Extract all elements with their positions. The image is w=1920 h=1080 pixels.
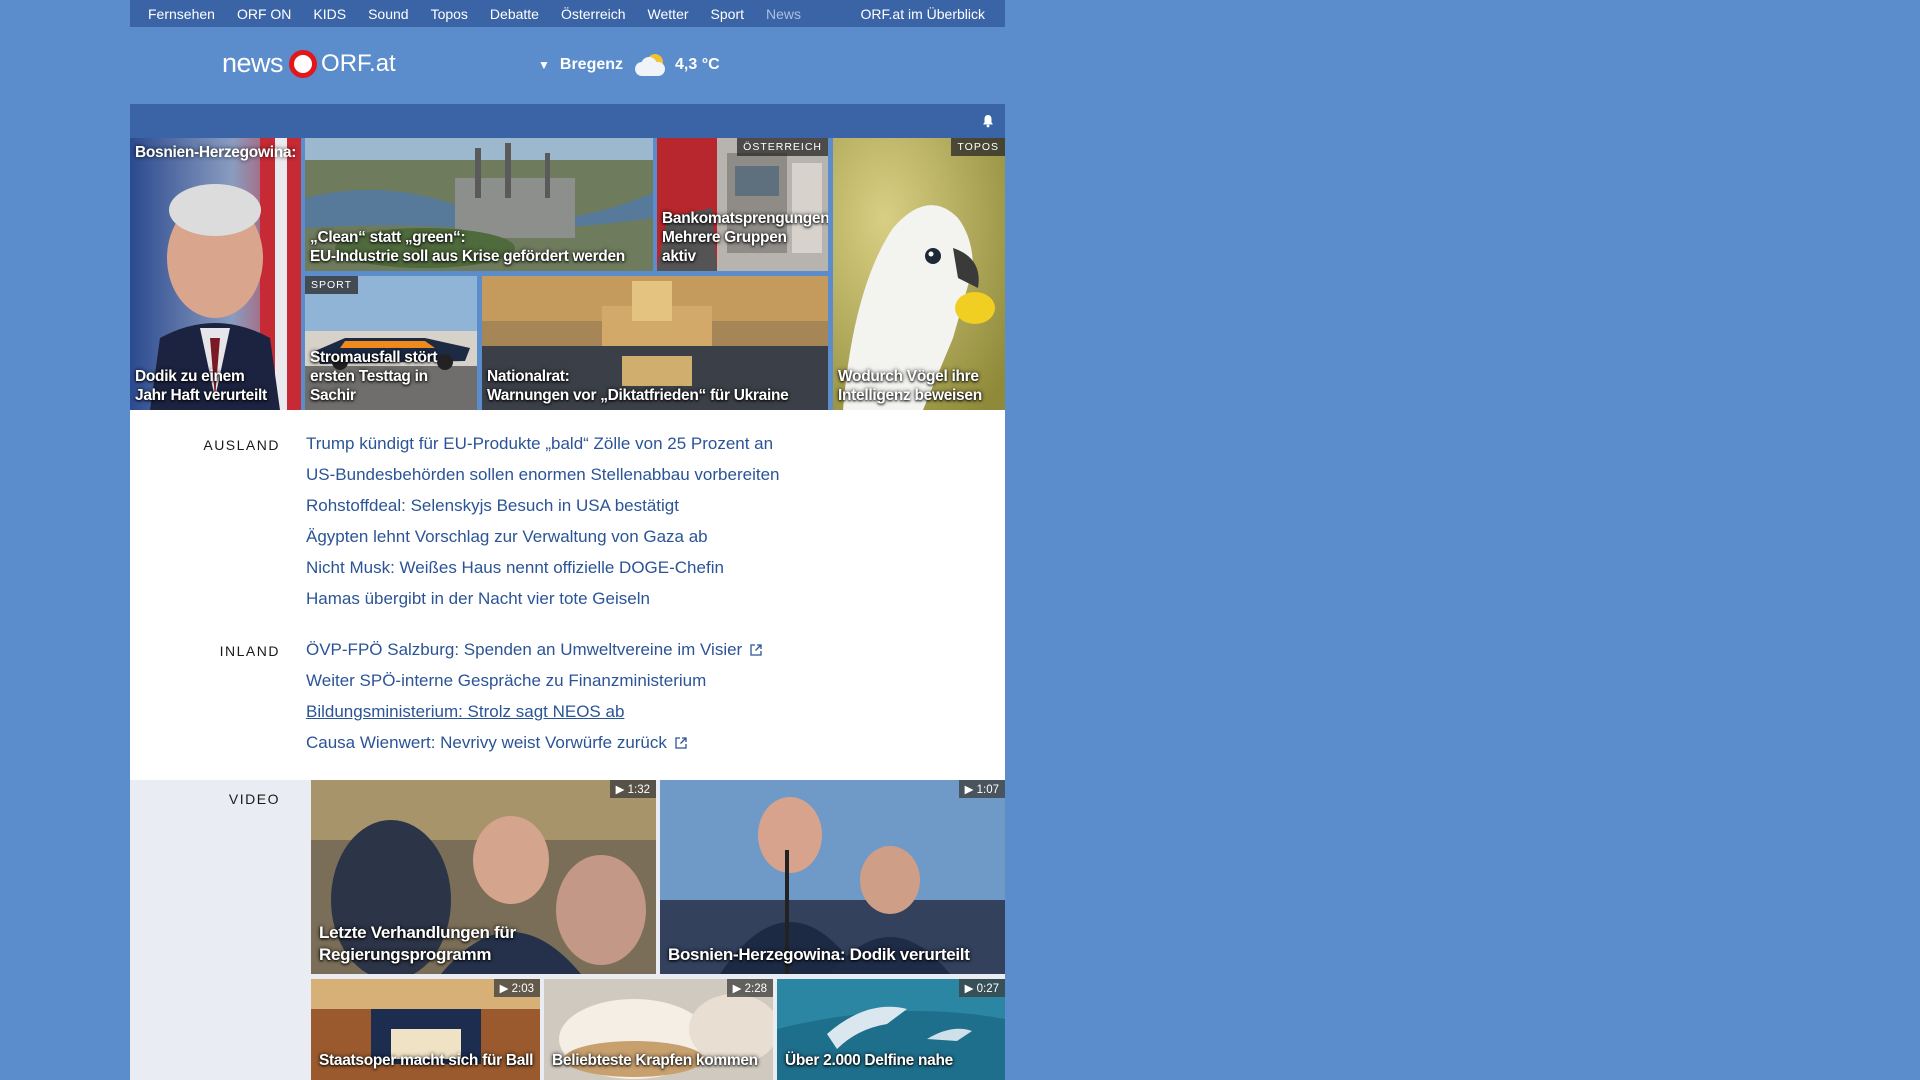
partly-cloudy-icon [633,53,667,77]
tag-sport: SPORT [305,276,358,294]
tag-oesterreich: ÖSTERREICH [737,138,828,156]
headline-ausland-6[interactable]: Hamas übergibt in der Nacht vier tote Ge… [306,589,650,609]
video-tile-5[interactable]: ▶ 0:27 Über 2.000 Delfine nahe [777,979,1005,1080]
video-2-caption: Bosnien-Herzegowina: Dodik verurteilt [668,945,970,964]
headline-ausland-2[interactable]: US-Bundesbehörden sollen enormen Stellen… [306,465,780,485]
video-3-caption: Staatsoper macht sich für Ball [319,1052,534,1069]
headline-inland-1[interactable]: ÖVP-FPÖ Salzburg: Spenden an Umweltverei… [306,640,742,659]
video-1-duration: ▶ 1:32 [609,780,656,798]
nav-sound[interactable]: Sound [368,6,408,22]
external-link-icon [750,644,762,656]
video-section: VIDEO ▶ 1:32 Letzte Verhandlungen für Reg… [130,780,1005,1080]
nav-kids[interactable]: KIDS [313,6,346,22]
video-tile-2[interactable]: ▶ 1:07 Bosnien-Herzegowina: Dodik verurt… [660,780,1005,974]
weather-temperature: 4,3 °C [675,56,720,73]
video-tile-1[interactable]: ▶ 1:32 Letzte Verhandlungen für Regierung… [311,780,656,974]
headline-inland-4[interactable]: Causa Wienwert: Nevrivy weist Vorwürfe z… [306,733,667,752]
headline-inland-3[interactable]: Bildungsministerium: Strolz sagt NEOS ab [306,702,624,722]
headline-ausland-4[interactable]: Ägypten lehnt Vorschlag zur Verwaltung v… [306,527,708,547]
headline-inland-2[interactable]: Weiter SPÖ-interne Gespräche zu Finanzmi… [306,671,706,691]
video-4-caption: Beliebteste Krapfen kommen [552,1052,758,1069]
weather-location: Bregenz [559,56,624,73]
nav-overview[interactable]: ORF.at im Überblick [861,6,985,22]
story-bosnia-kicker: Bosnien-Herzegowina: [135,144,297,161]
video-3-duration: ▶ 2:03 [493,979,540,997]
story-parliament-caption: Nationalrat: Warnungen vor „Diktatfrieden… [487,368,789,404]
sub-bar [130,104,1005,138]
nav-wetter[interactable]: Wetter [648,6,689,22]
story-atm-caption: Bankomatsprengungen: Mehrere Gruppen akti… [662,210,828,265]
site-header: news ORF.at ▼ Bregenz 4,3 °C [130,27,1005,104]
story-parliament[interactable]: Nationalrat: Warnungen vor „Diktatfrieden… [482,276,828,410]
dropdown-triangle-icon: ▼ [538,58,550,72]
story-f1[interactable]: SPORT Stromausfall stört ersten Testtag i… [305,276,477,410]
logo-news-text: news [222,48,284,78]
video-tile-4[interactable]: ▶ 2:28 Beliebteste Krapfen kommen [544,979,773,1080]
tag-topos: TOPOS [951,138,1005,156]
headline-ausland-3[interactable]: Rohstoffdeal: Selenskyjs Besuch in USA b… [306,496,679,516]
nav-fernsehen[interactable]: Fernsehen [148,6,215,22]
headline-inland-4-row: Causa Wienwert: Nevrivy weist Vorwürfe z… [306,733,687,753]
headline-ausland-5[interactable]: Nicht Musk: Weißes Haus nennt offizielle… [306,558,724,578]
weather-widget[interactable]: ▼ Bregenz 4,3 °C [538,53,720,77]
top-nav: Fernsehen ORF ON KIDS Sound Topos Debatt… [130,0,1005,27]
video-4-duration: ▶ 2:28 [726,979,773,997]
nav-orf-on[interactable]: ORF ON [237,6,291,22]
orf-ring-icon [289,49,318,78]
story-clean-green-caption: „Clean“ statt „green“: EU-Industrie soll … [310,229,625,265]
external-link-icon [675,737,687,749]
video-5-caption: Über 2.000 Delfine nahe [785,1052,953,1069]
nav-news[interactable]: News [766,6,801,22]
nav-sport[interactable]: Sport [711,6,744,22]
video-tile-3[interactable]: ▶ 2:03 Staatsoper macht sich für Ball [311,979,540,1080]
story-bosnia-caption: Dodik zu einem Jahr Haft verurteilt [135,368,267,404]
story-birds[interactable]: TOPOS Wodurch Vögel ihre Intelligenz bewe… [833,138,1005,410]
page: Fernsehen ORF ON KIDS Sound Topos Debatt… [130,0,1005,1080]
video-5-duration: ▶ 0:27 [958,979,1005,997]
nav-oesterreich[interactable]: Österreich [561,6,626,22]
bell-icon[interactable] [981,114,995,128]
nav-topos[interactable]: Topos [431,6,468,22]
story-clean-green[interactable]: „Clean“ statt „green“: EU-Industrie soll … [305,138,653,271]
headline-ausland-1[interactable]: Trump kündigt für EU-Produkte „bald“ Zöl… [306,434,773,454]
story-birds-caption: Wodurch Vögel ihre Intelligenz beweisen [838,368,982,404]
section-label-video: VIDEO [228,791,280,807]
section-label-inland: INLAND [219,643,280,659]
news-orf-logo[interactable]: news ORF.at [222,48,396,79]
news-list: AUSLAND Trump kündigt für EU-Produkte „b… [130,410,1005,780]
video-2-duration: ▶ 1:07 [958,780,1005,798]
story-f1-caption: Stromausfall stört ersten Testtag in Sach… [310,349,438,404]
headline-inland-1-row: ÖVP-FPÖ Salzburg: Spenden an Umweltverei… [306,640,762,660]
section-label-ausland: AUSLAND [203,437,280,453]
story-atm[interactable]: ÖSTERREICH Bankomatsprengungen: Mehrere G… [657,138,828,271]
video-1-caption: Letzte Verhandlungen für Regierungsprogra… [319,923,516,964]
nav-debatte[interactable]: Debatte [490,6,539,22]
story-bosnia[interactable]: Bosnien-Herzegowina: Dodik zu einem Jahr … [130,138,301,410]
logo-orf-text: ORF.at [321,49,396,77]
